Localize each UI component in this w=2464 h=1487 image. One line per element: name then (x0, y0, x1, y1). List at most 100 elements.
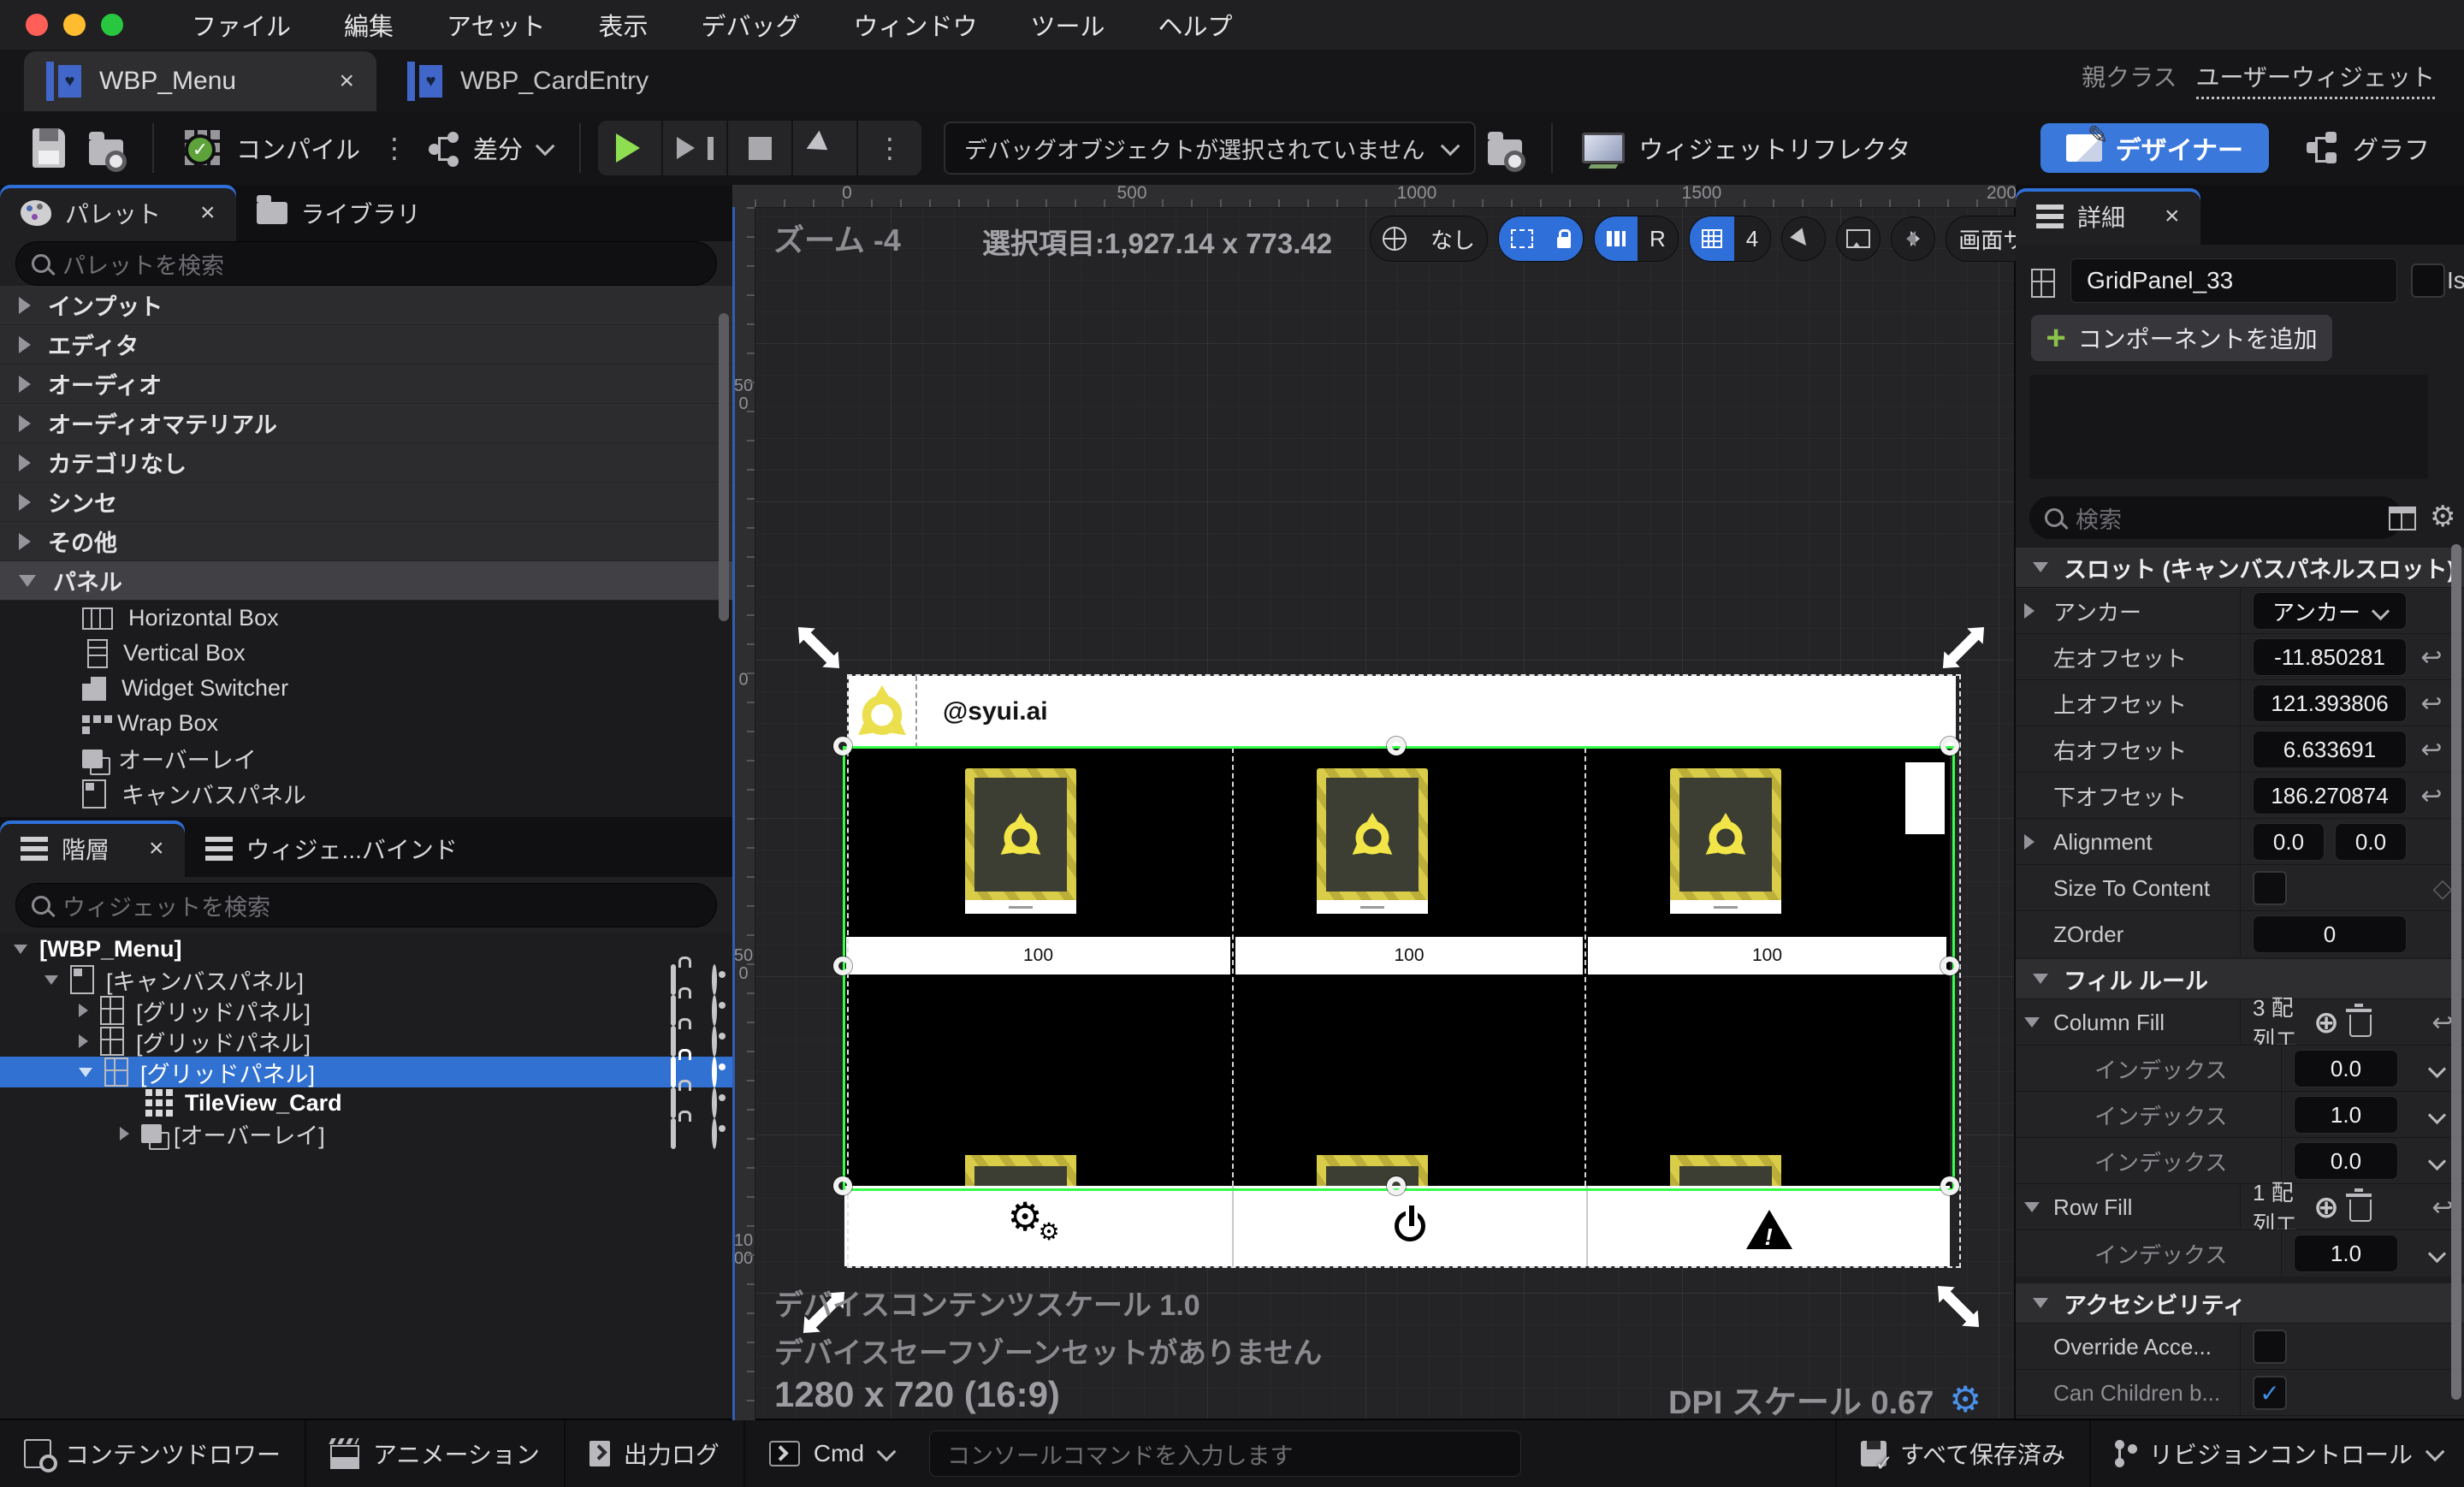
settings-gear-icon[interactable]: ⚙ (2430, 500, 2455, 534)
palette-item-clipped[interactable] (0, 811, 732, 817)
close-window-button[interactable] (26, 14, 48, 36)
tab-wbp-menu[interactable]: ♥ WBP_Menu × (24, 51, 376, 111)
hierarchy-row-grid-panel-2[interactable]: [グリッドパネル] (0, 1025, 732, 1057)
undo-icon[interactable]: ↩ (2407, 781, 2456, 811)
grid-snap-size[interactable]: 4 (1734, 216, 1770, 261)
close-panel-icon[interactable]: × (2139, 202, 2180, 231)
tab-wbp-cardentry[interactable]: ♥ WBP_CardEntry (385, 51, 671, 111)
lock-icon[interactable] (671, 1056, 676, 1087)
globe-button[interactable] (1371, 216, 1419, 261)
fill-value-input[interactable]: 1.0 (2294, 1096, 2398, 1134)
widget-name-input[interactable]: GridPanel_33 (2070, 258, 2397, 303)
corner-resize-arrow[interactable] (1938, 1286, 1979, 1327)
hierarchy-row-overlay[interactable]: [オーバーレイ] (0, 1117, 732, 1150)
stop-button[interactable] (728, 121, 794, 175)
preview-none-button[interactable]: なし (1419, 216, 1487, 261)
lock-icon[interactable] (671, 1087, 676, 1118)
lock-icon[interactable] (671, 963, 676, 995)
grid-snap-toggle-button[interactable] (1689, 216, 1734, 261)
accessibility-section-header[interactable]: アクセシビリティ (2016, 1283, 2464, 1323)
output-log-button[interactable]: 出力ログ (566, 1420, 745, 1487)
lock-icon[interactable] (671, 1117, 676, 1149)
parent-class-link[interactable]: ユーザーウィジェット (2195, 59, 2435, 99)
add-component-button[interactable]: + コンポーネントを追加 (2031, 315, 2332, 361)
resize-handle[interactable] (833, 737, 852, 755)
palette-scrollbar[interactable] (719, 313, 729, 621)
hierarchy-row-grid-panel-1[interactable]: [グリッドパネル] (0, 994, 732, 1026)
save-all-status-button[interactable]: ✓ すべて保存済み (1835, 1420, 2091, 1487)
preview-image-button[interactable] (1836, 216, 1881, 261)
anchor-dropdown[interactable]: アンカー (2253, 592, 2407, 630)
compile-button[interactable]: ✓ コンパイル (171, 128, 372, 168)
save-button[interactable] (21, 128, 77, 168)
cmd-dropdown[interactable]: Cmd (745, 1420, 915, 1487)
browse-asset-button[interactable] (77, 131, 135, 172)
palette-item-overlay[interactable]: オーバーレイ (0, 741, 732, 776)
tab-widget-bind[interactable]: ウィジェ...バインド (185, 821, 478, 877)
size-to-content-checkbox[interactable] (2253, 871, 2287, 905)
fill-value-input[interactable]: 0.0 (2294, 1050, 2398, 1087)
undo-icon[interactable]: ↩ (2407, 735, 2456, 765)
resize-handle[interactable] (1940, 1176, 1959, 1195)
hierarchy-search-input[interactable]: ウィジェットを検索 (15, 883, 717, 927)
frame-skip-button[interactable] (663, 121, 729, 175)
tab-details[interactable]: 詳細 × (2016, 188, 2200, 245)
close-tab-icon[interactable]: × (313, 67, 354, 96)
trash-icon[interactable] (2346, 1004, 2372, 1037)
alignment-y-input[interactable]: 0.0 (2335, 823, 2407, 861)
menu-asset[interactable]: アセット (447, 7, 545, 43)
chevron-down-icon[interactable] (2427, 1059, 2447, 1078)
fill-rules-section-header[interactable]: フィル ルール (2016, 959, 2464, 998)
play-button[interactable] (598, 121, 664, 175)
debug-object-dropdown[interactable]: デバッグオブジェクトが選択されていません (944, 121, 1477, 175)
play-options-button[interactable]: ⋮ (858, 121, 921, 175)
widget-reflector-button[interactable]: ウィジェットリフレクタ (1570, 130, 1922, 166)
resize-handle[interactable] (1940, 737, 1959, 755)
diff-button[interactable]: 差分 (417, 130, 562, 166)
details-scrollbar[interactable] (2451, 544, 2461, 1400)
visibility-icon[interactable] (712, 1056, 717, 1087)
palette-item-widget-switcher[interactable]: Widget Switcher (0, 671, 732, 706)
visibility-icon[interactable] (712, 994, 717, 1026)
resize-handle[interactable] (1940, 957, 1959, 975)
cursor-tool-button[interactable] (1781, 216, 1827, 261)
r-toggle-button[interactable]: R (1638, 216, 1678, 261)
console-command-input[interactable]: コンソールコマンドを入力します (929, 1431, 1522, 1477)
chevron-down-icon[interactable] (2427, 1244, 2447, 1263)
menu-file[interactable]: ファイル (192, 7, 291, 43)
is-variable-checkbox[interactable] (2411, 264, 2445, 298)
slot-section-header[interactable]: スロット (キャンバスパネルスロット) (2016, 548, 2464, 587)
content-drawer-button[interactable]: コンテンツドロワー (0, 1420, 307, 1487)
can-children-checkbox[interactable]: ✓ (2253, 1376, 2287, 1410)
palette-search-input[interactable]: パレットを検索 (15, 241, 717, 286)
corner-resize-arrow[interactable] (1943, 627, 1984, 668)
tab-hierarchy[interactable]: 階層 × (0, 821, 185, 877)
palette-category-input[interactable]: インプット (0, 286, 732, 325)
outline-toggle-button[interactable] (1499, 216, 1546, 261)
palette-category-uncategorized[interactable]: カテゴリなし (0, 443, 732, 483)
chevron-down-icon[interactable] (2427, 1152, 2447, 1170)
trash-icon[interactable] (2346, 1188, 2372, 1222)
override-accessibility-checkbox[interactable] (2253, 1330, 2287, 1364)
undo-icon[interactable]: ↩ (2407, 643, 2456, 672)
eject-button[interactable] (793, 121, 859, 175)
palette-item-horizontal-box[interactable]: Horizontal Box (0, 601, 732, 636)
dpi-settings-gear-icon[interactable]: ⚙ (1949, 1378, 1981, 1420)
menu-help[interactable]: ヘルプ (1158, 7, 1233, 43)
alignment-x-input[interactable]: 0.0 (2253, 823, 2325, 861)
close-panel-icon[interactable]: × (123, 834, 164, 863)
offset-bottom-input[interactable]: 186.270874 (2253, 777, 2407, 815)
mirror-button[interactable] (1891, 216, 1936, 261)
minimize-window-button[interactable] (63, 14, 86, 36)
hierarchy-row-grid-panel-selected[interactable]: [グリッドパネル] (0, 1056, 732, 1087)
palette-category-other[interactable]: その他 (0, 522, 732, 561)
menu-window[interactable]: ウィンドウ (853, 7, 977, 43)
animation-button[interactable]: アニメーション (306, 1420, 566, 1487)
palette-item-wrap-box[interactable]: Wrap Box (0, 706, 732, 741)
debug-browse-button[interactable] (1476, 131, 1534, 172)
graph-mode-button[interactable]: グラフ (2307, 129, 2430, 167)
menu-debug[interactable]: デバッグ (701, 7, 800, 43)
lock-toggle-button[interactable] (1545, 216, 1584, 261)
fill-value-input[interactable]: 0.0 (2294, 1142, 2398, 1180)
close-panel-icon[interactable]: × (175, 198, 216, 228)
